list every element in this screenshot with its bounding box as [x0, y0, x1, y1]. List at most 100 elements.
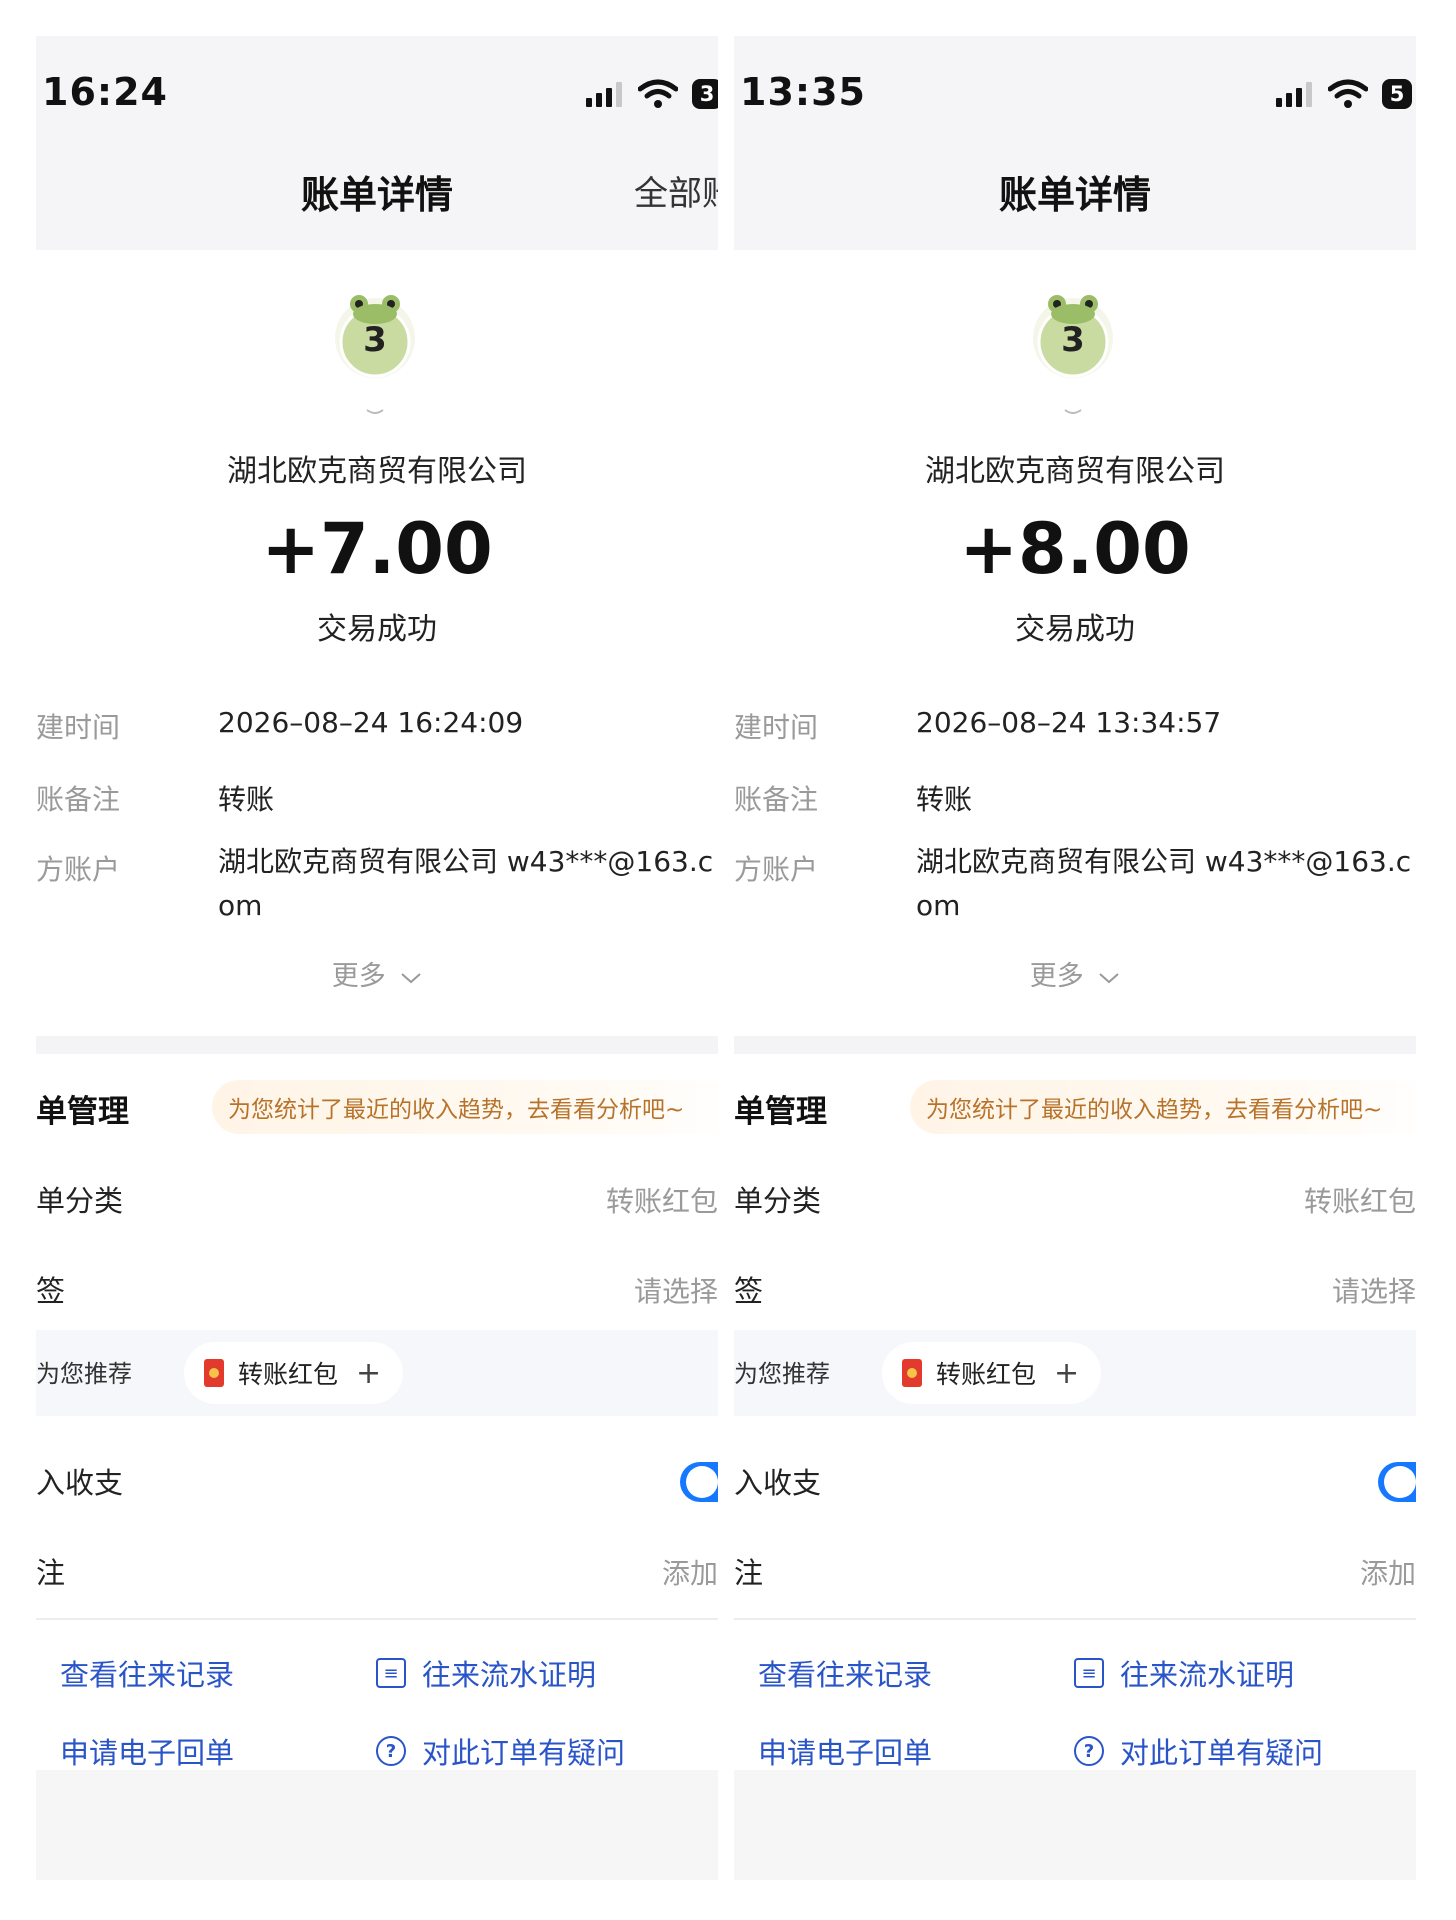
- more-label: 更多: [331, 961, 386, 992]
- tag-label: 签: [734, 1274, 764, 1308]
- statement-proof-label: 往来流水证明: [1120, 1658, 1295, 1692]
- statement-proof-link[interactable]: ≡ 往来流水证明: [1074, 1652, 1294, 1694]
- chevron-down-icon: [401, 973, 421, 984]
- divider: [734, 1618, 1416, 1620]
- recommend-label: 为您推荐: [734, 1360, 830, 1388]
- statement-proof-label: 往来流水证明: [422, 1658, 597, 1692]
- header: 13:35 5 账单详情: [734, 36, 1416, 250]
- bill-management-title: 单管理: [734, 1094, 827, 1130]
- e-receipt-label: 申请电子回单: [60, 1736, 235, 1770]
- transaction-status: 交易成功: [1015, 612, 1135, 647]
- note-label: 注: [734, 1556, 764, 1590]
- tag-label: 签: [36, 1274, 66, 1308]
- order-question-link[interactable]: ? 对此订单有疑问: [1074, 1730, 1323, 1772]
- status-icons: 5: [1276, 76, 1416, 112]
- plus-icon: +: [1054, 1355, 1080, 1391]
- bottom-block: [734, 1770, 1416, 1880]
- category-value[interactable]: 转账红包: [606, 1180, 718, 1220]
- order-question-label: 对此订单有疑问: [1120, 1736, 1324, 1770]
- view-history-link[interactable]: 查看往来记录: [758, 1652, 932, 1694]
- statement-proof-link[interactable]: ≡ 往来流水证明: [376, 1652, 596, 1694]
- divider: [36, 1618, 718, 1620]
- recommend-chip-label: 转账红包: [238, 1360, 339, 1389]
- income-expense-toggle[interactable]: [680, 1462, 718, 1502]
- e-receipt-link[interactable]: 申请电子回单: [60, 1730, 234, 1772]
- note-label: 注: [36, 1556, 66, 1590]
- red-packet-icon: [204, 1359, 224, 1387]
- category-value[interactable]: 转账红包: [1304, 1180, 1416, 1220]
- status-time: 13:35: [740, 70, 866, 114]
- income-trend-hint[interactable]: 为您统计了最近的收入趋势，去看看分析吧~: [212, 1080, 718, 1134]
- counterparty-account-label: 方账户: [36, 853, 121, 886]
- recommend-chip[interactable]: 转账红包 +: [882, 1342, 1102, 1404]
- create-time-label: 建时间: [36, 711, 121, 744]
- bill-detail-panel-right: 13:35 5 账单详情 3 湖北欧克商贸有限公司 +8.00 交易成功 建时间…: [734, 36, 1416, 1880]
- header: 16:24 3 账单详情 全部账: [36, 36, 718, 250]
- income-expense-label: 入收支: [734, 1466, 822, 1500]
- e-receipt-link[interactable]: 申请电子回单: [758, 1730, 932, 1772]
- question-icon: ?: [376, 1736, 406, 1766]
- income-trend-hint[interactable]: 为您统计了最近的收入趋势，去看看分析吧~: [910, 1080, 1416, 1134]
- note-add[interactable]: 添加: [1360, 1552, 1416, 1592]
- page-title: 账单详情: [300, 173, 453, 217]
- document-icon: ≡: [1074, 1658, 1104, 1688]
- counterparty-name: 湖北欧克商贸有限公司: [925, 454, 1225, 489]
- signal-icon: [586, 81, 622, 107]
- status-icons: 3: [586, 76, 718, 112]
- remark-value: 转账: [218, 783, 275, 816]
- page-title: 账单详情: [998, 173, 1151, 217]
- avatar-number: 3: [363, 320, 387, 360]
- category-label: 单分类: [36, 1184, 124, 1218]
- document-icon: ≡: [376, 1658, 406, 1688]
- question-icon: ?: [1074, 1736, 1104, 1766]
- counterparty-account-value: 湖北欧克商贸有限公司 w43***@163.com: [218, 845, 714, 922]
- recommend-label: 为您推荐: [36, 1360, 132, 1388]
- amount: +8.00: [959, 508, 1191, 590]
- transaction-status: 交易成功: [317, 612, 437, 647]
- e-receipt-label: 申请电子回单: [758, 1736, 933, 1770]
- section-divider: [734, 1036, 1416, 1054]
- more-toggle[interactable]: 更多: [734, 954, 1416, 993]
- counterparty-account-label: 方账户: [734, 853, 819, 886]
- remark-label: 账备注: [734, 783, 819, 816]
- bottom-block: [36, 1770, 718, 1880]
- counterparty-name: 湖北欧克商贸有限公司: [227, 454, 527, 489]
- recommend-chip[interactable]: 转账红包 +: [184, 1342, 404, 1404]
- view-history-label: 查看往来记录: [758, 1658, 933, 1692]
- amount: +7.00: [261, 508, 493, 590]
- create-time-value: 2026–08–24 13:34:57: [916, 706, 1222, 739]
- more-label: 更多: [1029, 961, 1084, 992]
- create-time-label: 建时间: [734, 711, 819, 744]
- status-time: 16:24: [42, 70, 168, 114]
- tag-select[interactable]: 请选择: [1332, 1270, 1416, 1310]
- avatar-number: 3: [1061, 320, 1085, 360]
- battery-icon: 3: [692, 79, 718, 109]
- view-history-link[interactable]: 查看往来记录: [60, 1652, 234, 1694]
- signal-icon: [1276, 81, 1312, 107]
- income-expense-toggle[interactable]: [1378, 1462, 1416, 1502]
- recommend-bar: 为您推荐 转账红包 +: [734, 1330, 1416, 1416]
- section-divider: [36, 1036, 718, 1054]
- all-bills-link[interactable]: 全部账: [634, 166, 718, 215]
- order-question-label: 对此订单有疑问: [422, 1736, 626, 1770]
- income-expense-label: 入收支: [36, 1466, 124, 1500]
- bill-detail-panel-left: 16:24 3 账单详情 全部账 3 湖北欧克商贸有限公司 +7.00 交易成功…: [36, 36, 718, 1880]
- view-history-label: 查看往来记录: [60, 1658, 235, 1692]
- battery-icon: 5: [1382, 79, 1412, 109]
- red-packet-icon: [902, 1359, 922, 1387]
- remark-label: 账备注: [36, 783, 121, 816]
- plus-icon: +: [356, 1355, 382, 1391]
- order-question-link[interactable]: ? 对此订单有疑问: [376, 1730, 625, 1772]
- more-toggle[interactable]: 更多: [36, 954, 718, 993]
- recommend-chip-label: 转账红包: [936, 1360, 1037, 1389]
- recommend-bar: 为您推荐 转账红包 +: [36, 1330, 718, 1416]
- remark-value: 转账: [916, 783, 973, 816]
- category-label: 单分类: [734, 1184, 822, 1218]
- counterparty-account-value: 湖北欧克商贸有限公司 w43***@163.com: [916, 845, 1412, 922]
- tag-select[interactable]: 请选择: [634, 1270, 718, 1310]
- note-add[interactable]: 添加: [662, 1552, 718, 1592]
- wifi-icon: [1328, 79, 1368, 108]
- create-time-value: 2026–08–24 16:24:09: [218, 706, 524, 739]
- wifi-icon: [638, 79, 678, 108]
- chevron-down-icon: [1099, 973, 1119, 984]
